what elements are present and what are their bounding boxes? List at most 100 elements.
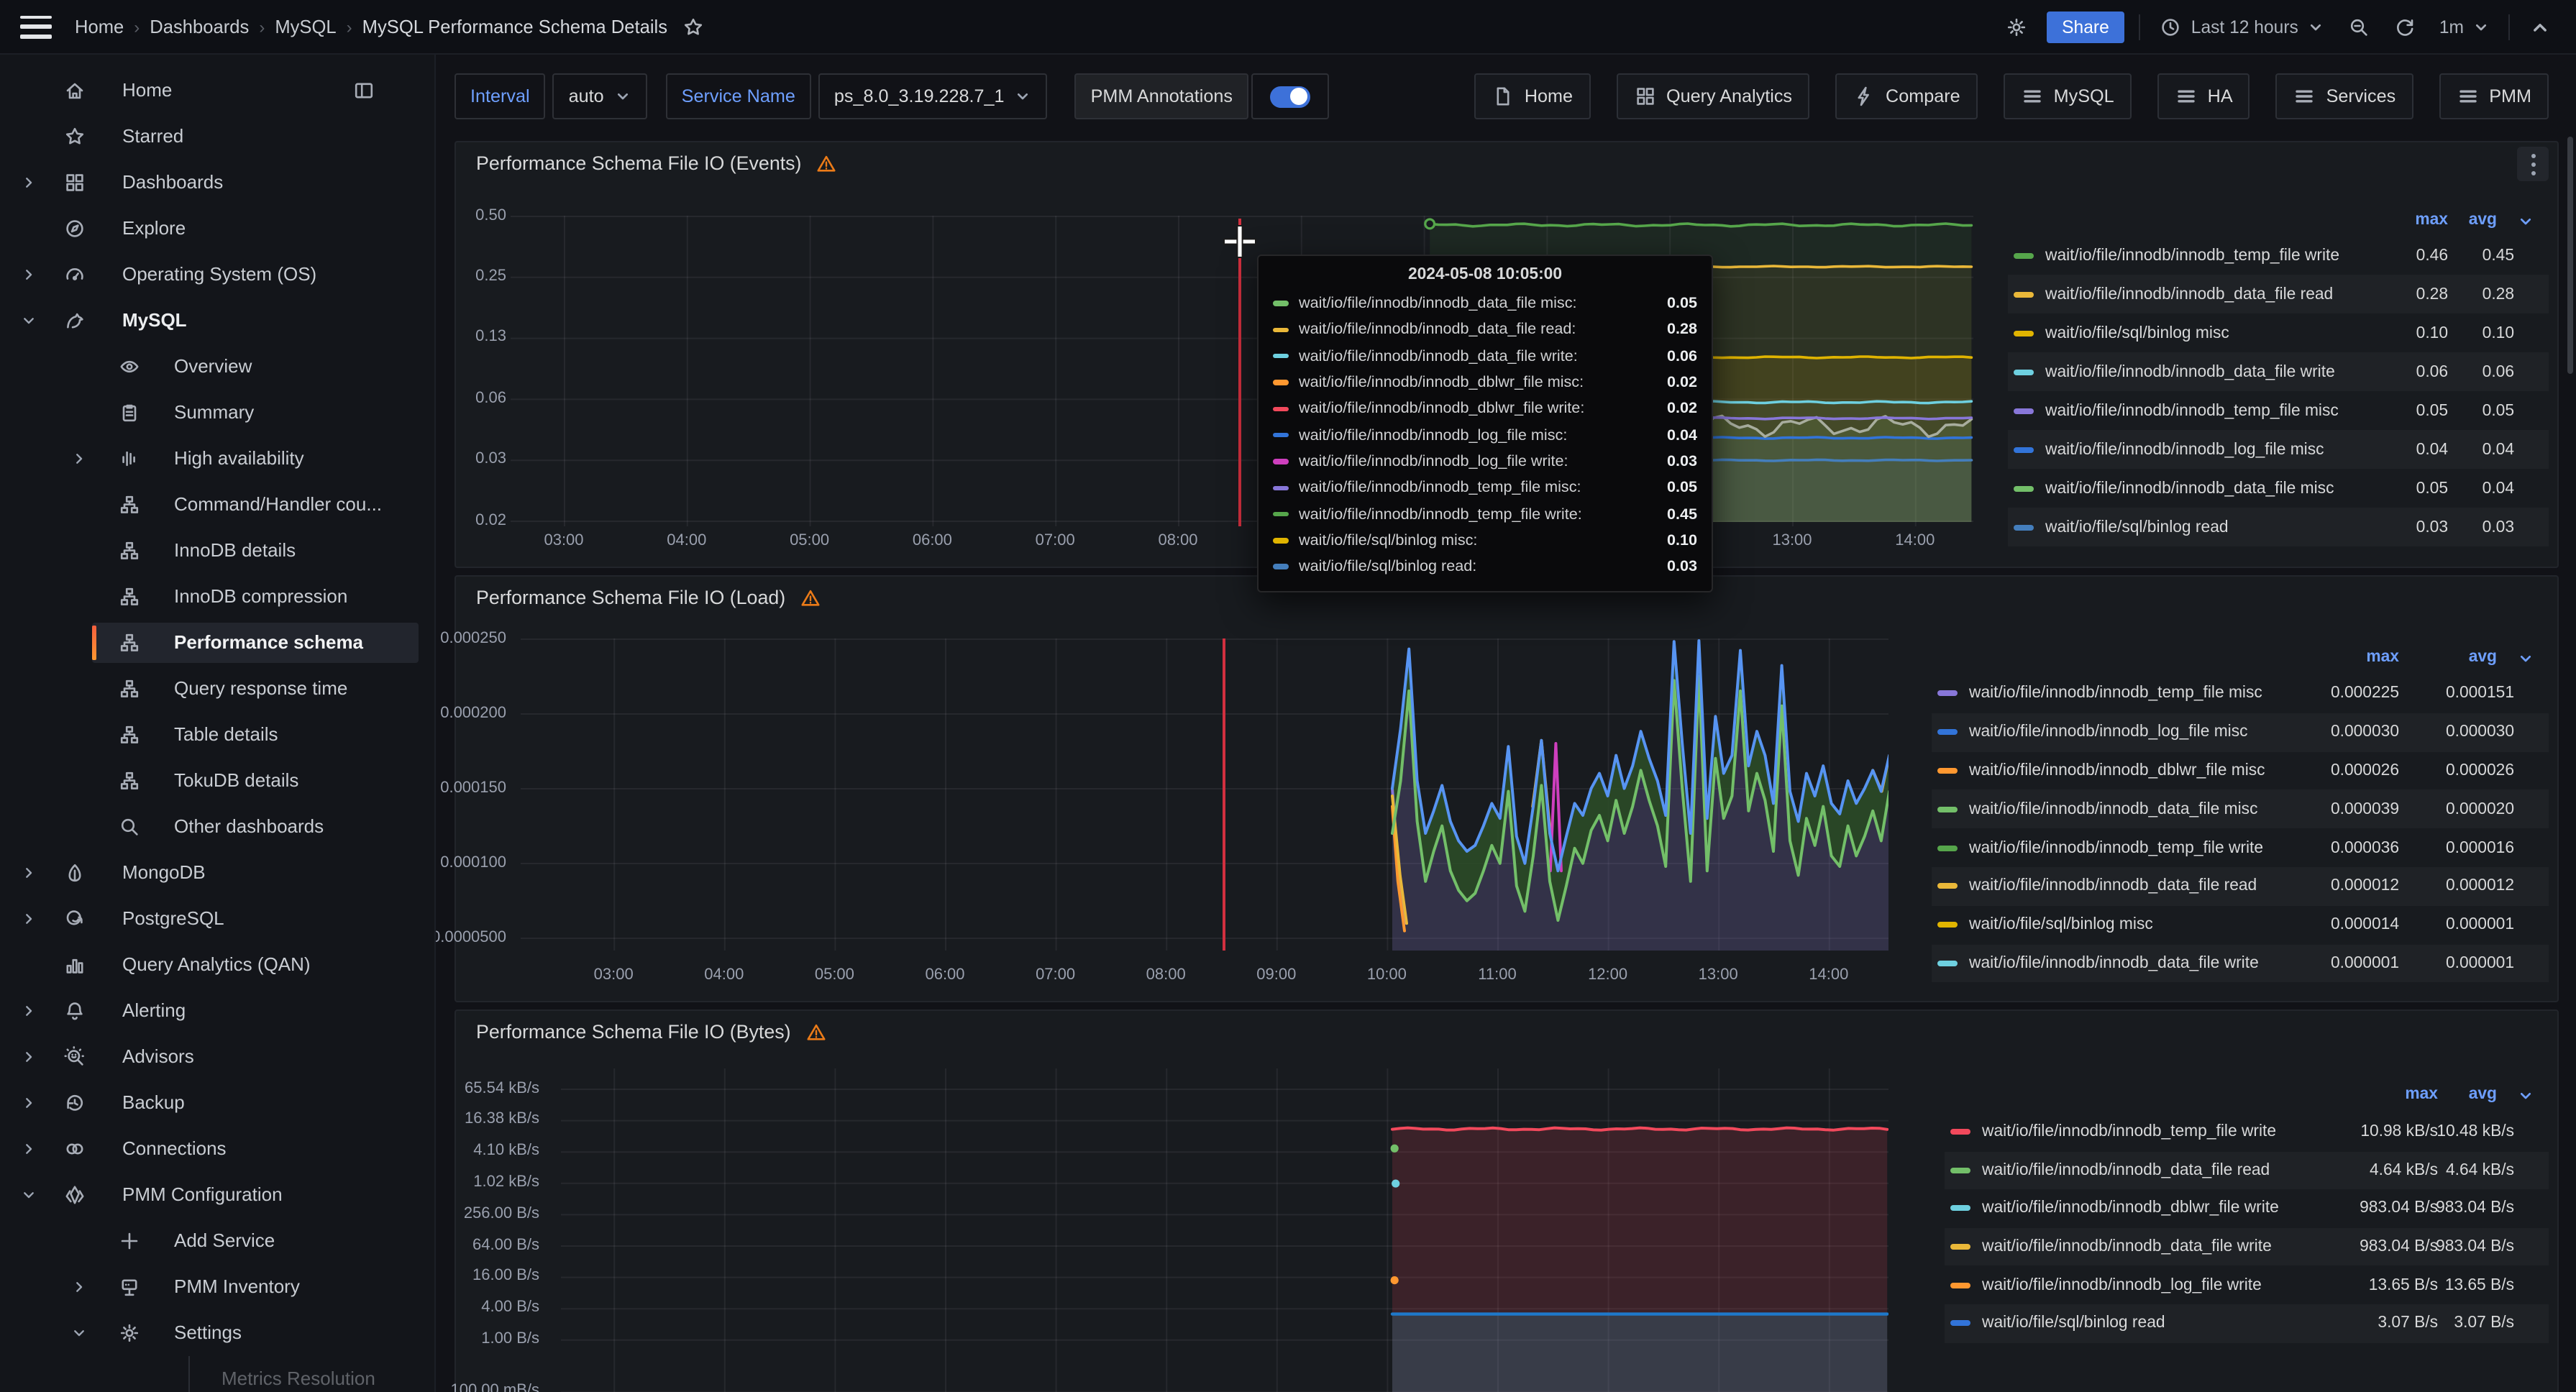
legend-sort-avg[interactable]: avg bbox=[2469, 649, 2497, 666]
breadcrumb-item[interactable]: MySQL Performance Schema Details bbox=[362, 16, 667, 37]
legend-sort-max[interactable]: max bbox=[2366, 649, 2399, 666]
legend-sort-avg[interactable]: avg bbox=[2469, 211, 2497, 229]
legend-row[interactable]: wait/io/file/innodb/innodb_data_file rea… bbox=[1932, 867, 2549, 906]
legend-row[interactable]: wait/io/file/innodb/innodb_temp_file wri… bbox=[2008, 236, 2549, 275]
legend-series-label[interactable]: wait/io/file/innodb/innodb_data_file rea… bbox=[2045, 285, 2333, 303]
legend-series-label[interactable]: wait/io/file/innodb/innodb_temp_file wri… bbox=[2045, 247, 2339, 264]
sidebar-item-innodb-details[interactable]: InnoDB details bbox=[0, 528, 434, 574]
sidebar-item-operating-system-os[interactable]: Operating System (OS) bbox=[0, 252, 434, 298]
legend-series-label[interactable]: wait/io/file/innodb/innodb_temp_file mis… bbox=[1969, 685, 2262, 702]
time-range-picker[interactable]: Last 12 hours bbox=[2155, 12, 2329, 41]
sidebar-item-summary[interactable]: Summary bbox=[0, 390, 434, 436]
legend-series-label[interactable]: wait/io/file/innodb/innodb_temp_file wri… bbox=[1969, 839, 2263, 856]
nav-button-query-analytics[interactable]: Query Analytics bbox=[1616, 73, 1809, 119]
legend-sort-max[interactable]: max bbox=[2405, 1086, 2438, 1103]
legend-sort-max[interactable]: max bbox=[2415, 211, 2448, 229]
sidebar-item-add-service[interactable]: Add Service bbox=[0, 1218, 434, 1264]
chevron-down-icon[interactable] bbox=[20, 1186, 37, 1204]
legend-series-label[interactable]: wait/io/file/innodb/innodb_data_file wri… bbox=[1982, 1238, 2272, 1255]
legend-row[interactable]: wait/io/file/innodb/innodb_log_file writ… bbox=[1945, 1266, 2549, 1304]
legend-series-label[interactable]: wait/io/file/innodb/innodb_data_file mis… bbox=[2045, 480, 2334, 497]
panel-title[interactable]: Performance Schema File IO (Load) bbox=[476, 587, 785, 608]
pmm-annotations-toggle[interactable] bbox=[1251, 73, 1329, 119]
sidebar-item-home[interactable]: Home bbox=[0, 68, 434, 114]
scrollbar-thumb[interactable] bbox=[2567, 137, 2573, 374]
nav-button-services[interactable]: Services bbox=[2276, 73, 2413, 119]
legend-row[interactable]: wait/io/file/innodb/innodb_log_file misc… bbox=[2008, 430, 2549, 469]
legend-series-label[interactable]: wait/io/file/innodb/innodb_temp_file mis… bbox=[2045, 402, 2339, 419]
legend-row[interactable]: wait/io/file/innodb/innodb_log_file misc… bbox=[1932, 713, 2549, 752]
sidebar-item-advisors[interactable]: Advisors bbox=[0, 1034, 434, 1080]
legend-series-label[interactable]: wait/io/file/sql/binlog read bbox=[1982, 1315, 2165, 1332]
nav-button-ha[interactable]: HA bbox=[2157, 73, 2250, 119]
chevron-right-icon[interactable] bbox=[20, 266, 37, 283]
sidebar-item-overview[interactable]: Overview bbox=[0, 344, 434, 390]
legend-series-label[interactable]: wait/io/file/innodb/innodb_data_file wri… bbox=[1969, 955, 2259, 972]
legend-row[interactable]: wait/io/file/innodb/innodb_data_file rea… bbox=[2008, 275, 2549, 313]
legend-row[interactable]: wait/io/file/innodb/innodb_data_file mis… bbox=[1932, 790, 2549, 829]
dashboard-settings-gear-icon[interactable] bbox=[2000, 12, 2032, 41]
sidebar-item-explore[interactable]: Explore bbox=[0, 206, 434, 252]
legend-row[interactable]: wait/io/file/innodb/innodb_data_file wri… bbox=[2008, 352, 2549, 391]
breadcrumb-item[interactable]: MySQL bbox=[275, 16, 336, 37]
service-name-variable-value[interactable]: ps_8.0_3.19.228.7_1 bbox=[818, 73, 1048, 119]
legend-series-label[interactable]: wait/io/file/innodb/innodb_log_file writ… bbox=[1982, 1276, 2262, 1293]
legend-row[interactable]: wait/io/file/innodb/innodb_data_file wri… bbox=[1932, 944, 2549, 983]
zoom-out-icon[interactable] bbox=[2343, 12, 2375, 41]
chevron-right-icon[interactable] bbox=[20, 1140, 37, 1158]
nav-button-pmm[interactable]: PMM bbox=[2439, 73, 2549, 119]
legend-row[interactable]: wait/io/file/sql/binlog read0.030.03 bbox=[2008, 508, 2549, 546]
legend-series-label[interactable]: wait/io/file/innodb/innodb_data_file mis… bbox=[1969, 801, 2257, 818]
legend-row[interactable]: wait/io/file/sql/binlog misc0.0000140.00… bbox=[1932, 906, 2549, 945]
legend-row[interactable]: wait/io/file/sql/binlog misc0.100.10 bbox=[2008, 313, 2549, 352]
legend-series-label[interactable]: wait/io/file/sql/binlog misc bbox=[2045, 324, 2229, 342]
legend-row[interactable]: wait/io/file/innodb/innodb_data_file wri… bbox=[1945, 1228, 2549, 1266]
interval-variable-label[interactable]: Interval bbox=[455, 73, 546, 119]
sidebar-item-dashboards[interactable]: Dashboards bbox=[0, 160, 434, 206]
chevron-right-icon[interactable] bbox=[70, 1278, 88, 1296]
legend-row[interactable]: wait/io/file/innodb/innodb_dblwr_file mi… bbox=[1932, 751, 2549, 790]
sidebar-item-starred[interactable]: Starred bbox=[0, 114, 434, 160]
sidebar-item-query-response-time[interactable]: Query response time bbox=[0, 666, 434, 712]
chevron-down-icon[interactable] bbox=[20, 312, 37, 329]
sidebar-item-backup[interactable]: Backup bbox=[0, 1080, 434, 1126]
dock-menu-icon[interactable] bbox=[352, 79, 375, 102]
legend-series-label[interactable]: wait/io/file/innodb/innodb_log_file misc bbox=[1969, 723, 2248, 741]
breadcrumb-item[interactable]: Home bbox=[75, 16, 124, 37]
sidebar-item-postgresql[interactable]: PostgreSQL bbox=[0, 896, 434, 942]
sidebar-item-connections[interactable]: Connections bbox=[0, 1126, 434, 1172]
sidebar-item-innodb-compression[interactable]: InnoDB compression bbox=[0, 574, 434, 620]
chevron-right-icon[interactable] bbox=[20, 174, 37, 191]
service-name-variable-label[interactable]: Service Name bbox=[666, 73, 811, 119]
chevron-right-icon[interactable] bbox=[20, 1002, 37, 1020]
collapse-caret-icon[interactable] bbox=[2524, 12, 2556, 41]
sidebar-item-metrics-resolution[interactable]: Metrics Resolution bbox=[0, 1356, 434, 1392]
legend-row[interactable]: wait/io/file/innodb/innodb_dblwr_file wr… bbox=[1945, 1189, 2549, 1227]
chevron-right-icon[interactable] bbox=[20, 1048, 37, 1066]
hamburger-menu-icon[interactable] bbox=[20, 15, 52, 38]
panel-title[interactable]: Performance Schema File IO (Events) bbox=[476, 152, 801, 174]
legend-row[interactable]: wait/io/file/sql/binlog read3.07 B/s3.07… bbox=[1945, 1304, 2549, 1342]
nav-button-home[interactable]: Home bbox=[1474, 73, 1590, 119]
sidebar-item-command-handler-cou[interactable]: Command/Handler cou... bbox=[0, 482, 434, 528]
chevron-right-icon[interactable] bbox=[70, 450, 88, 467]
legend-row[interactable]: wait/io/file/innodb/innodb_temp_file mis… bbox=[2008, 391, 2549, 430]
share-button[interactable]: Share bbox=[2046, 11, 2125, 42]
sidebar-item-alerting[interactable]: Alerting bbox=[0, 988, 434, 1034]
sidebar-item-settings[interactable]: Settings bbox=[0, 1310, 434, 1356]
chevron-right-icon[interactable] bbox=[20, 910, 37, 928]
sidebar-item-pmm-inventory[interactable]: PMM Inventory bbox=[0, 1264, 434, 1310]
legend-series-label[interactable]: wait/io/file/sql/binlog misc bbox=[1969, 916, 2153, 933]
legend-row[interactable]: wait/io/file/innodb/innodb_data_file mis… bbox=[2008, 469, 2549, 508]
sidebar-item-performance-schema[interactable]: Performance schema bbox=[0, 620, 434, 666]
sidebar-item-other-dashboards[interactable]: Other dashboards bbox=[0, 804, 434, 850]
refresh-interval-picker[interactable]: 1m bbox=[2435, 14, 2494, 40]
sidebar-item-high-availability[interactable]: High availability bbox=[0, 436, 434, 482]
legend-row[interactable]: wait/io/file/innodb/innodb_temp_file wri… bbox=[1932, 828, 2549, 867]
legend-series-label[interactable]: wait/io/file/innodb/innodb_dblwr_file wr… bbox=[1982, 1200, 2279, 1217]
chevron-right-icon[interactable] bbox=[20, 864, 37, 882]
favorite-star-icon[interactable] bbox=[682, 15, 705, 38]
sidebar-item-tokudb-details[interactable]: TokuDB details bbox=[0, 758, 434, 804]
interval-variable-value[interactable]: auto bbox=[553, 73, 647, 119]
legend-sort-avg[interactable]: avg bbox=[2469, 1086, 2497, 1103]
